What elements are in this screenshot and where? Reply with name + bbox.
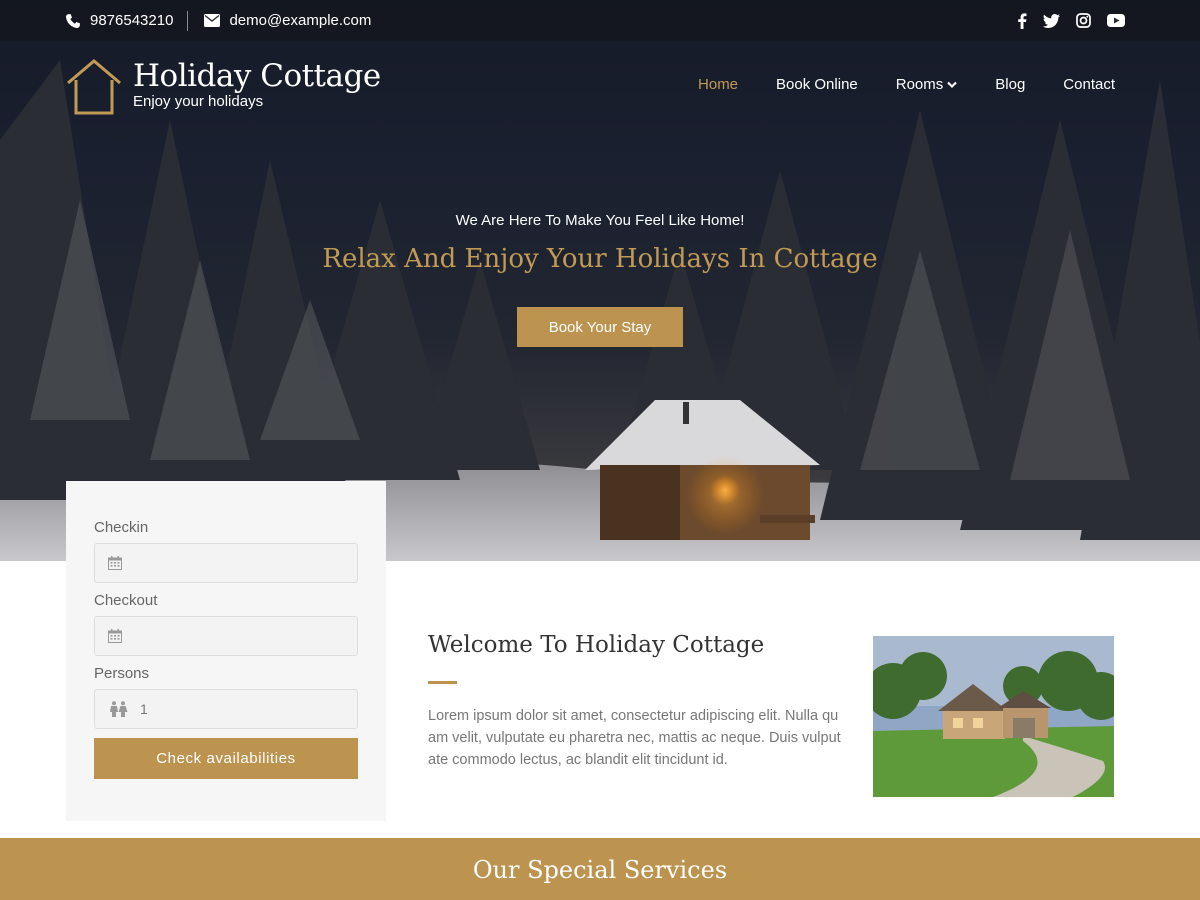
site-logo[interactable]: Holiday Cottage Enjoy your holidays xyxy=(65,58,381,116)
booking-form: Checkin Checkout Persons 1 Check availab… xyxy=(66,481,386,821)
main-nav: Home Book Online Rooms Blog Contact xyxy=(698,76,1115,93)
site-tagline: Enjoy your holidays xyxy=(133,93,264,110)
check-availabilities-button[interactable]: Check availabilities xyxy=(94,738,358,779)
chevron-down-icon xyxy=(947,81,958,89)
services-banner: Our Special Services xyxy=(0,838,1200,900)
checkout-label: Checkout xyxy=(94,592,158,609)
instagram-icon[interactable] xyxy=(1076,13,1091,28)
house-icon xyxy=(67,59,121,115)
title-underline xyxy=(428,681,457,684)
checkin-label: Checkin xyxy=(94,519,149,536)
hero-title: Relax And Enjoy Your Holidays In Cottage xyxy=(322,244,878,274)
phone-icon xyxy=(65,13,81,29)
nav-item-contact[interactable]: Contact xyxy=(1063,76,1115,93)
welcome-title: Welcome To Holiday Cottage xyxy=(428,632,765,658)
nav-item-book-online[interactable]: Book Online xyxy=(776,76,858,93)
email-address: demo@example.com xyxy=(229,12,372,29)
persons-label: Persons xyxy=(94,665,150,682)
book-your-stay-button[interactable]: Book Your Stay xyxy=(517,307,683,347)
nav-item-rooms[interactable]: Rooms xyxy=(896,76,958,93)
logo-text: Holiday Cottage Enjoy your holidays xyxy=(133,58,381,111)
nav-item-blog[interactable]: Blog xyxy=(995,76,1025,93)
envelope-icon xyxy=(204,14,221,27)
calendar-icon xyxy=(108,629,122,643)
nav-item-home[interactable]: Home xyxy=(698,76,738,93)
social-links xyxy=(1017,0,1125,41)
phone-number: 9876543210 xyxy=(90,12,174,29)
services-title: Our Special Services xyxy=(472,856,728,884)
top-bar: 9876543210 demo@example.com xyxy=(0,0,1200,41)
contact-divider xyxy=(187,10,189,31)
checkout-field[interactable] xyxy=(94,616,358,656)
persons-field[interactable]: 1 xyxy=(94,689,358,729)
facebook-icon[interactable] xyxy=(1017,12,1027,29)
nav-item-rooms-label: Rooms xyxy=(895,76,944,93)
email-contact[interactable]: demo@example.com xyxy=(204,12,371,29)
youtube-icon[interactable] xyxy=(1107,14,1125,27)
persons-value: 1 xyxy=(140,701,148,717)
welcome-text: Lorem ipsum dolor sit amet, consectetur … xyxy=(428,708,841,768)
hero-subtitle: We Are Here To Make You Feel Like Home! xyxy=(455,212,745,229)
twitter-icon[interactable] xyxy=(1043,13,1060,28)
persons-icon xyxy=(108,701,130,717)
site-title: Holiday Cottage xyxy=(133,58,381,94)
checkin-field[interactable] xyxy=(94,543,358,583)
contact-info: 9876543210 demo@example.com xyxy=(65,0,371,41)
calendar-icon xyxy=(108,556,122,570)
phone-contact[interactable]: 9876543210 xyxy=(65,12,173,29)
cottage-photo xyxy=(873,636,1114,797)
